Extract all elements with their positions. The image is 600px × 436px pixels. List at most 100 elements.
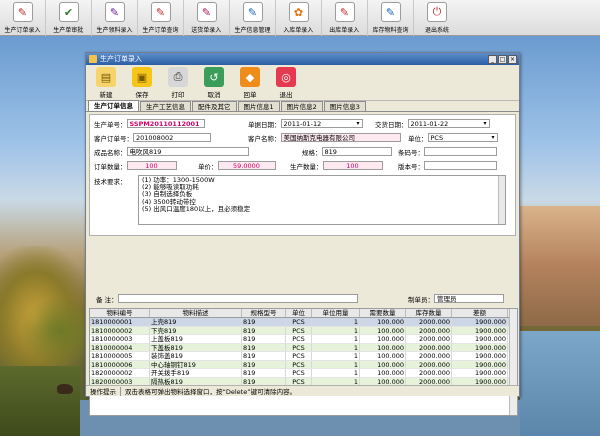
- table-cell[interactable]: 1810000005: [90, 352, 150, 360]
- tab[interactable]: 配件及其它: [192, 101, 237, 111]
- table-cell[interactable]: PCS: [286, 377, 312, 385]
- tab[interactable]: 生产工艺信息: [140, 101, 191, 111]
- remark-field[interactable]: [117, 294, 358, 303]
- table-cell[interactable]: 开关拨手819: [150, 369, 242, 377]
- table-cell[interactable]: 1900.000: [452, 377, 508, 385]
- barcode-field[interactable]: [424, 147, 497, 156]
- table-row[interactable]: 1810000001 上壳819 819 PCS 1 100.000 2000.000 190…: [90, 318, 517, 327]
- price-field[interactable]: 59.0000: [217, 161, 276, 170]
- table-cell[interactable]: 1810000001: [90, 318, 150, 326]
- launcher-button[interactable]: ⏻ 退出系统: [414, 0, 460, 36]
- table-cell[interactable]: 100.000: [360, 335, 406, 343]
- tab[interactable]: 图片信息1: [237, 101, 280, 111]
- cust-order-field[interactable]: 201008002: [133, 133, 211, 142]
- table-cell[interactable]: 1: [312, 369, 360, 377]
- toolbar-button[interactable]: ◎ 退出: [272, 67, 300, 99]
- table-cell[interactable]: 100.000: [360, 343, 406, 351]
- toolbar-button[interactable]: ▤ 新建: [92, 67, 120, 99]
- grid-scrollbar[interactable]: [509, 309, 517, 415]
- table-cell[interactable]: 1900.000: [452, 326, 508, 334]
- launcher-button[interactable]: ✎ 送货单录入: [184, 0, 230, 36]
- table-cell[interactable]: 1900.000: [452, 343, 508, 351]
- table-cell[interactable]: 100.000: [360, 377, 406, 385]
- table-cell[interactable]: 819: [242, 352, 286, 360]
- table-cell[interactable]: 1820000003: [90, 377, 150, 385]
- table-cell[interactable]: 2000.000: [406, 343, 452, 351]
- table-cell[interactable]: 819: [242, 369, 286, 377]
- table-cell[interactable]: 1810000006: [90, 360, 150, 368]
- toolbar-button[interactable]: ◆ 回单: [236, 67, 264, 99]
- memo-scrollbar[interactable]: [498, 176, 505, 224]
- table-cell[interactable]: 1810000003: [90, 335, 150, 343]
- table-cell[interactable]: 1: [312, 343, 360, 351]
- grid-column-header[interactable]: 单位用量: [312, 309, 360, 317]
- table-cell[interactable]: 1: [312, 360, 360, 368]
- table-cell[interactable]: PCS: [286, 352, 312, 360]
- table-row[interactable]: 1810000006 中心轴铜钉819 819 PCS 1 100.000 2000.000…: [90, 360, 517, 369]
- table-cell[interactable]: 100.000: [360, 369, 406, 377]
- table-cell[interactable]: 上壳819: [150, 318, 242, 326]
- table-cell[interactable]: 1900.000: [452, 318, 508, 326]
- table-cell[interactable]: 2000.000: [406, 326, 452, 334]
- tab[interactable]: 图片信息2: [280, 101, 323, 111]
- table-row[interactable]: 1820000002 开关拨手819 819 PCS 1 100.000 2000.000 1…: [90, 369, 517, 378]
- table-cell[interactable]: 1810000004: [90, 343, 150, 351]
- table-cell[interactable]: 1: [312, 318, 360, 326]
- table-cell[interactable]: 2000.000: [406, 318, 452, 326]
- table-cell[interactable]: 1: [312, 326, 360, 334]
- toolbar-button[interactable]: ▣ 保存: [128, 67, 156, 99]
- tab[interactable]: 图片信息3: [323, 101, 366, 111]
- table-cell[interactable]: 819: [242, 360, 286, 368]
- table-cell[interactable]: 2000.000: [406, 352, 452, 360]
- table-cell[interactable]: 100.000: [360, 318, 406, 326]
- table-cell[interactable]: 下壳819: [150, 326, 242, 334]
- table-cell[interactable]: 819: [242, 335, 286, 343]
- table-cell[interactable]: 2000.000: [406, 369, 452, 377]
- toolbar-button[interactable]: ⎙ 打印: [164, 67, 192, 99]
- table-cell[interactable]: PCS: [286, 318, 312, 326]
- version-field[interactable]: [424, 161, 497, 170]
- grid-column-header[interactable]: 差额: [452, 309, 508, 317]
- table-cell[interactable]: 100.000: [360, 360, 406, 368]
- order-no-field[interactable]: SSPM20110112001: [126, 119, 205, 128]
- customer-field[interactable]: 美国纳斯克电器有限公司: [280, 133, 401, 142]
- table-cell[interactable]: 1: [312, 377, 360, 385]
- table-cell[interactable]: 中心轴铜钉819: [150, 360, 242, 368]
- table-cell[interactable]: 2000.000: [406, 335, 452, 343]
- close-button[interactable]: ×: [508, 54, 517, 64]
- table-cell[interactable]: 1810000002: [90, 326, 150, 334]
- tech-requirements-memo[interactable]: (1) 功率：1300-1500W (2) 能够吸读取功耗 (3) 自制选择负板 (4…: [138, 175, 506, 225]
- launcher-button[interactable]: ✎ 出库单录入: [322, 0, 368, 36]
- table-cell[interactable]: 隔热板819: [150, 377, 242, 385]
- launcher-button[interactable]: ✎ 库存物料查询: [368, 0, 414, 36]
- launcher-button[interactable]: ✿ 入库单录入: [276, 0, 322, 36]
- table-cell[interactable]: 819: [242, 318, 286, 326]
- table-cell[interactable]: 装饰盖819: [150, 352, 242, 360]
- table-cell[interactable]: 819: [242, 326, 286, 334]
- table-cell[interactable]: PCS: [286, 335, 312, 343]
- grid-column-header[interactable]: 单位: [286, 309, 312, 317]
- tab[interactable]: 生产订单信息: [88, 100, 139, 111]
- table-cell[interactable]: 1900.000: [452, 352, 508, 360]
- maximize-button[interactable]: □: [498, 54, 507, 64]
- table-cell[interactable]: 下盖板819: [150, 343, 242, 351]
- table-cell[interactable]: PCS: [286, 343, 312, 351]
- maker-field[interactable]: 管理员: [434, 294, 504, 303]
- launcher-button[interactable]: ✎ 生产信息管理: [230, 0, 276, 36]
- table-cell[interactable]: 1900.000: [452, 360, 508, 368]
- table-row[interactable]: 1810000002 下壳819 819 PCS 1 100.000 2000.000 190…: [90, 326, 517, 335]
- table-cell[interactable]: 1900.000: [452, 369, 508, 377]
- table-cell[interactable]: 100.000: [360, 352, 406, 360]
- table-cell[interactable]: PCS: [286, 369, 312, 377]
- grid-column-header[interactable]: 规格型号: [242, 309, 286, 317]
- grid-column-header[interactable]: 需要数量: [360, 309, 406, 317]
- toolbar-button[interactable]: ↺ 取消: [200, 67, 228, 99]
- delivery-date-picker[interactable]: 2011-01-22: [407, 119, 490, 128]
- spec-field[interactable]: 819: [321, 147, 392, 156]
- launcher-button[interactable]: ✎ 生产领料录入: [92, 0, 138, 36]
- launcher-button[interactable]: ✔ 生产单审批: [46, 0, 92, 36]
- grid-column-header[interactable]: 物料编号: [90, 309, 150, 317]
- unit-select[interactable]: PCS: [427, 133, 498, 142]
- qty-field[interactable]: 100: [126, 161, 177, 170]
- table-cell[interactable]: 819: [242, 377, 286, 385]
